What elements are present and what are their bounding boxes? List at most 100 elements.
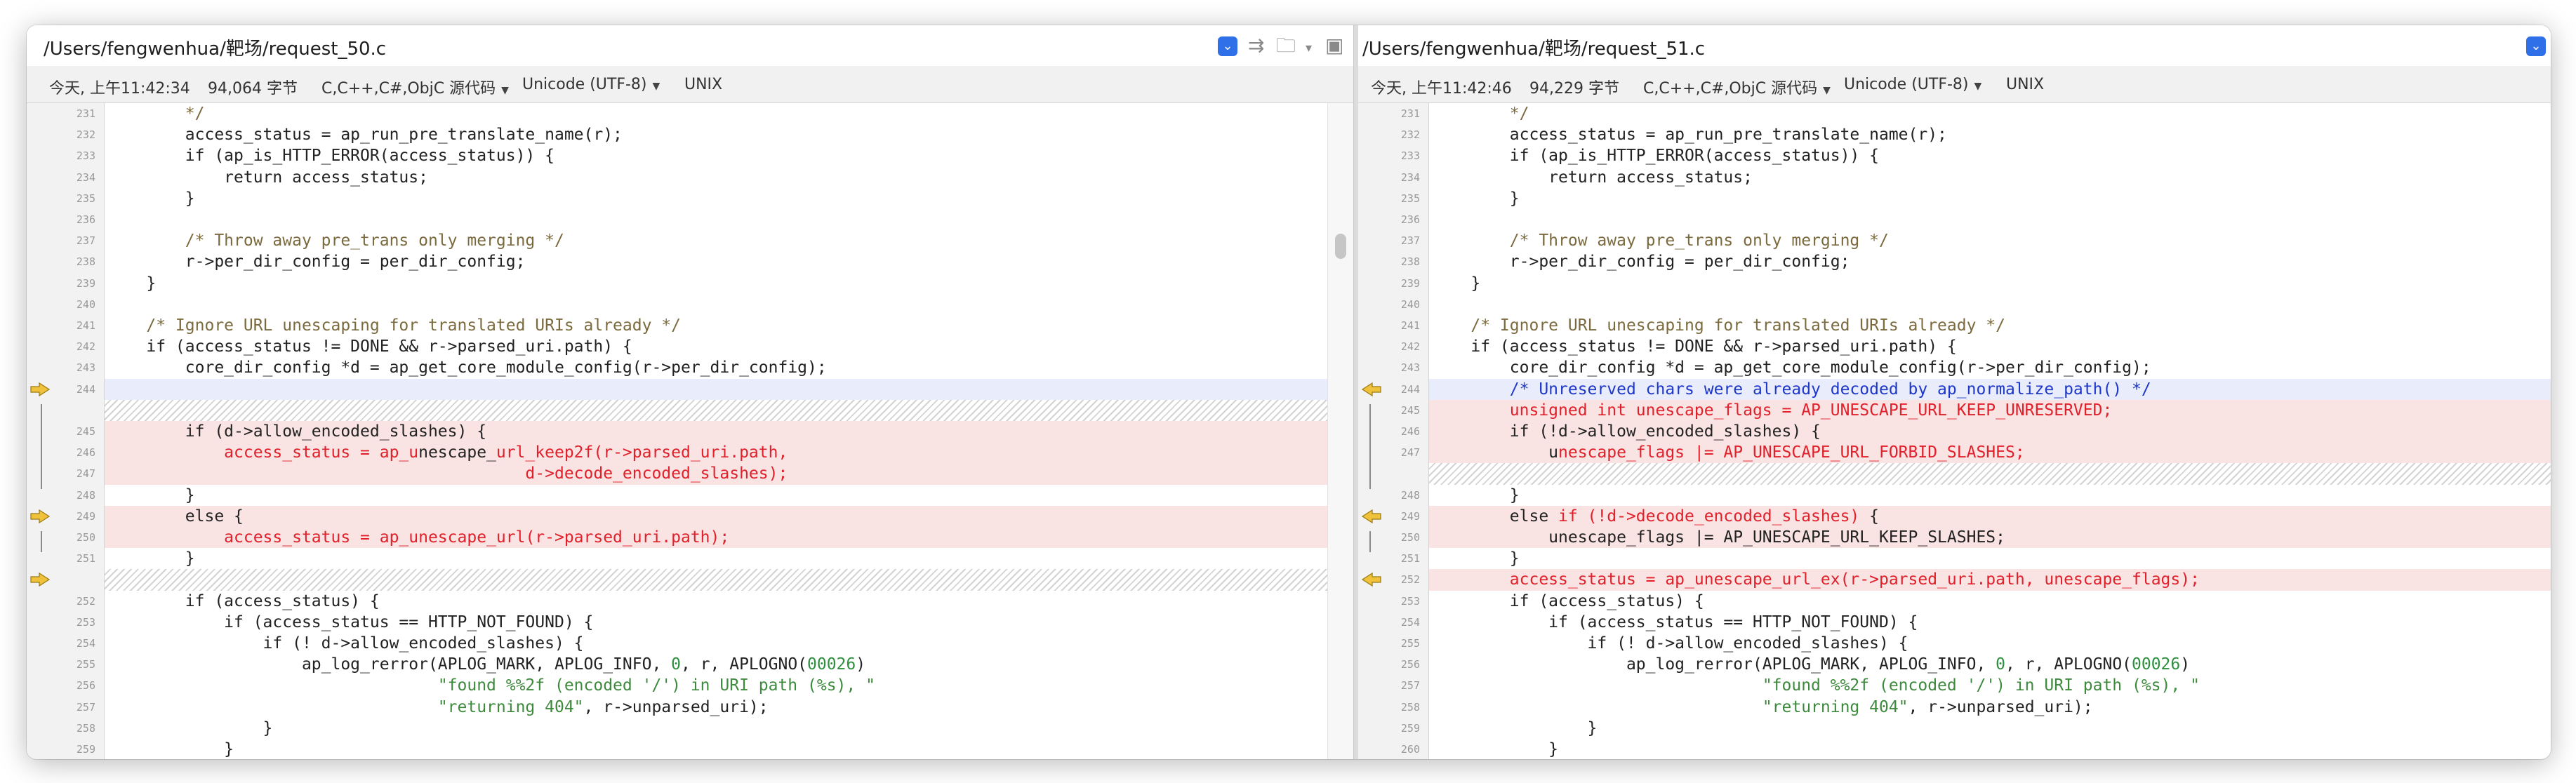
- code-line[interactable]: }: [1429, 273, 2551, 294]
- code-line[interactable]: }: [1429, 548, 2551, 569]
- code-line[interactable]: return access_status;: [1429, 167, 2551, 188]
- diff-bracket: [41, 531, 42, 553]
- code-line[interactable]: [105, 294, 1328, 315]
- code-line[interactable]: }: [105, 188, 1328, 209]
- code-line[interactable]: access_status = ap_unescape_url_ex(r->pa…: [1429, 569, 2551, 591]
- code-line[interactable]: }: [105, 485, 1328, 506]
- line-number: 249: [76, 509, 95, 523]
- code-line[interactable]: unsigned int unescape_flags = AP_UNESCAP…: [1429, 399, 2551, 421]
- merge-arrows-icon[interactable]: ⇉: [1248, 34, 1264, 58]
- chevron-down-icon[interactable]: ⌄: [1218, 36, 1237, 56]
- diff-gap-row[interactable]: [105, 569, 1328, 591]
- code-token: u: [1432, 443, 1559, 462]
- code-line[interactable]: }: [105, 718, 1328, 739]
- code-line[interactable]: d->decode_encoded_slashes);: [105, 463, 1328, 485]
- code-line[interactable]: if (d->allow_encoded_slashes) {: [105, 421, 1328, 443]
- code-token: }: [1432, 274, 1481, 293]
- code-line[interactable]: return access_status;: [105, 167, 1328, 188]
- code-text: }: [1429, 739, 1558, 759]
- right-code-view[interactable]: */ access_status = ap_run_pre_translate_…: [1429, 103, 2551, 759]
- code-line[interactable]: access_status = ap_unescape_url(r->parse…: [105, 527, 1328, 549]
- diff-arrow-icon[interactable]: [1361, 572, 1382, 587]
- code-line[interactable]: [1429, 209, 2551, 230]
- code-line[interactable]: else if (!d->decode_encoded_slashes) {: [1429, 505, 2551, 527]
- code-line[interactable]: else {: [105, 505, 1328, 527]
- chevron-down-icon: ▼: [1823, 85, 1831, 96]
- diff-arrow-icon[interactable]: [1361, 509, 1382, 524]
- code-line[interactable]: */: [105, 103, 1328, 124]
- code-line[interactable]: /* Ignore URL unescaping for translated …: [105, 315, 1328, 336]
- code-line[interactable]: }: [1429, 485, 2551, 506]
- code-line[interactable]: if (access_status == HTTP_NOT_FOUND) {: [105, 612, 1328, 633]
- code-line[interactable]: ap_log_rerror(APLOG_MARK, APLOG_INFO, 0,…: [1429, 654, 2551, 675]
- code-line[interactable]: "returning 404", r->unparsed_uri);: [1429, 697, 2551, 718]
- right-language-select[interactable]: C,C++,C#,ObjC 源代码 ▼: [1643, 76, 1831, 98]
- code-token: }: [1432, 740, 1559, 758]
- chevron-down-icon[interactable]: ⌄: [2526, 36, 2546, 56]
- code-line[interactable]: core_dir_config *d = ap_get_core_module_…: [105, 357, 1328, 378]
- left-encoding-select[interactable]: Unicode (UTF-8) ▼: [522, 76, 660, 93]
- code-line[interactable]: if (access_status) {: [1429, 591, 2551, 612]
- diff-gap-row[interactable]: [1429, 463, 2551, 485]
- left-scrollbar[interactable]: [1327, 103, 1353, 759]
- code-line[interactable]: }: [105, 548, 1328, 569]
- code-line[interactable]: if (ap_is_HTTP_ERROR(access_status)) {: [1429, 145, 2551, 166]
- code-line[interactable]: "found %%2f (encoded '/') in URI path (%…: [105, 675, 1328, 696]
- save-icon[interactable]: ▣: [1325, 34, 1343, 58]
- code-line[interactable]: r->per_dir_config = per_dir_config;: [105, 251, 1328, 272]
- left-code-view[interactable]: */ access_status = ap_run_pre_translate_…: [105, 103, 1328, 759]
- left-scroll-thumb[interactable]: [1335, 234, 1346, 259]
- code-line[interactable]: }: [1429, 718, 2551, 739]
- code-line[interactable]: if (! d->allow_encoded_slashes) {: [105, 633, 1328, 654]
- diff-arrow-icon[interactable]: [29, 572, 51, 587]
- code-line[interactable]: */: [1429, 103, 2551, 124]
- diff-gap-row[interactable]: [105, 399, 1328, 421]
- code-line[interactable]: "found %%2f (encoded '/') in URI path (%…: [1429, 675, 2551, 696]
- code-line[interactable]: /* Ignore URL unescaping for translated …: [1429, 315, 2551, 336]
- diff-arrow-icon[interactable]: [1361, 382, 1382, 397]
- code-text: }: [1429, 548, 1520, 569]
- line-number: 237: [76, 234, 95, 248]
- code-line[interactable]: core_dir_config *d = ap_get_core_module_…: [1429, 357, 2551, 378]
- code-line[interactable]: if (access_status != DONE && r->parsed_u…: [1429, 336, 2551, 357]
- code-line[interactable]: access_status = ap_unescape_url_keep2f(r…: [105, 442, 1328, 464]
- folder-icon[interactable]: 🗀: [1276, 34, 1296, 58]
- code-line[interactable]: }: [105, 739, 1328, 759]
- code-line[interactable]: /* Throw away pre_trans only merging */: [1429, 230, 2551, 251]
- code-line[interactable]: r->per_dir_config = per_dir_config;: [1429, 251, 2551, 272]
- code-line[interactable]: }: [105, 273, 1328, 294]
- diff-arrow-icon[interactable]: [29, 509, 51, 524]
- left-file-path[interactable]: /Users/fengwenhua/靶场/request_50.c: [44, 34, 386, 60]
- code-line[interactable]: }: [1429, 739, 2551, 759]
- code-line[interactable]: access_status = ap_run_pre_translate_nam…: [105, 124, 1328, 145]
- code-line[interactable]: "returning 404", r->unparsed_uri);: [105, 697, 1328, 718]
- code-line[interactable]: unescape_flags |= AP_UNESCAPE_URL_KEEP_S…: [1429, 527, 2551, 549]
- code-line[interactable]: [1429, 294, 2551, 315]
- code-line[interactable]: if (!d->allow_encoded_slashes) {: [1429, 421, 2551, 443]
- code-line[interactable]: unescape_flags |= AP_UNESCAPE_URL_FORBID…: [1429, 442, 2551, 464]
- code-line[interactable]: if (! d->allow_encoded_slashes) {: [1429, 633, 2551, 654]
- code-line[interactable]: if (access_status != DONE && r->parsed_u…: [105, 336, 1328, 357]
- code-line[interactable]: [105, 209, 1328, 230]
- code-token: if (access_status) {: [107, 591, 380, 610]
- left-language-select[interactable]: C,C++,C#,ObjC 源代码 ▼: [321, 76, 509, 98]
- code-line[interactable]: [105, 378, 1328, 400]
- line-number: 254: [76, 637, 95, 650]
- code-line[interactable]: /* Throw away pre_trans only merging */: [105, 230, 1328, 251]
- right-file-path[interactable]: /Users/fengwenhua/靶场/request_51.c: [1362, 34, 1705, 60]
- right-encoding-select[interactable]: Unicode (UTF-8) ▼: [1844, 76, 1981, 93]
- code-text: if (access_status != DONE && r->parsed_u…: [105, 336, 632, 357]
- code-line[interactable]: if (access_status) {: [105, 591, 1328, 612]
- left-line-ending[interactable]: UNIX: [684, 76, 722, 93]
- code-line[interactable]: if (access_status == HTTP_NOT_FOUND) {: [1429, 612, 2551, 633]
- folder-menu-caret-icon[interactable]: ▾: [1306, 36, 1312, 60]
- code-line[interactable]: /* Unreserved chars were already decoded…: [1429, 378, 2551, 400]
- code-line[interactable]: ap_log_rerror(APLOG_MARK, APLOG_INFO, 0,…: [105, 654, 1328, 675]
- code-line[interactable]: if (ap_is_HTTP_ERROR(access_status)) {: [105, 145, 1328, 166]
- code-line[interactable]: }: [1429, 188, 2551, 209]
- right-line-ending[interactable]: UNIX: [2006, 76, 2044, 93]
- diff-arrow-icon[interactable]: [29, 382, 51, 397]
- line-number: 248: [76, 488, 95, 502]
- code-line[interactable]: access_status = ap_run_pre_translate_nam…: [1429, 124, 2551, 145]
